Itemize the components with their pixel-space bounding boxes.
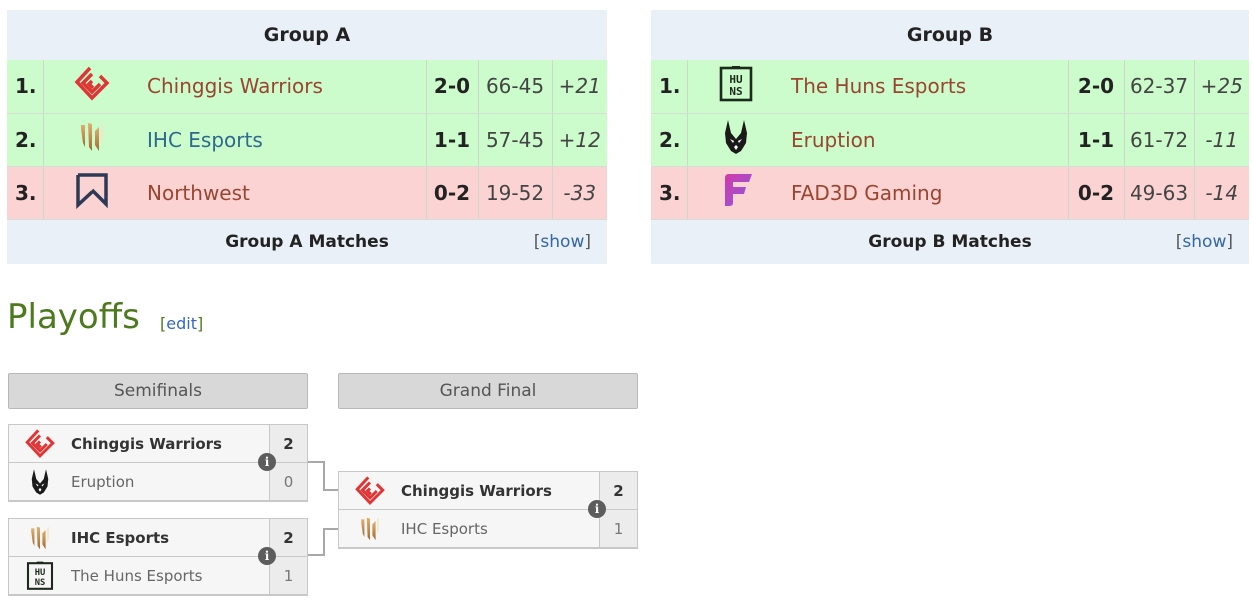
group-b-table: Group B 1. The Huns Esports 2-0 62-37 +2… xyxy=(651,10,1249,264)
bracket-connector xyxy=(323,489,338,491)
standings-row: 2. IHC Esports 1-1 57-45 +12 xyxy=(7,113,607,167)
round-diff: +25 xyxy=(1194,60,1249,114)
show-label[interactable]: show xyxy=(1182,232,1226,252)
edit-label[interactable]: edit xyxy=(166,314,197,333)
rank: 3. xyxy=(651,166,688,220)
match-semifinal-1: Chinggis Warriors 2 Eruption 0 i xyxy=(8,424,308,502)
rank: 1. xyxy=(7,60,44,114)
rank: 1. xyxy=(651,60,688,114)
game-record: 61-72 xyxy=(1124,113,1195,167)
eruption-logo-icon xyxy=(25,467,55,497)
northwest-logo-icon xyxy=(72,170,112,210)
opponent-name[interactable]: The Huns Esports xyxy=(71,567,269,585)
round-diff: +21 xyxy=(552,60,607,114)
show-matches-toggle[interactable]: [show] xyxy=(534,220,591,264)
series-record: 1-1 xyxy=(426,113,479,167)
opponent-name[interactable]: Chinggis Warriors xyxy=(71,435,269,453)
team-link[interactable]: Chinggis Warriors xyxy=(147,74,323,98)
group-matches-label: Group B Matches xyxy=(868,231,1032,252)
opponent-name[interactable]: Chinggis Warriors xyxy=(401,482,599,500)
the-huns-esports-logo-icon xyxy=(716,64,756,104)
team-link[interactable]: The Huns Esports xyxy=(791,74,966,98)
rank: 3. xyxy=(7,166,44,220)
round-diff: -14 xyxy=(1194,166,1249,220)
game-record: 57-45 xyxy=(478,113,553,167)
group-a-table: Group A 1. Chinggis Warriors 2-0 66-45 +… xyxy=(7,10,607,264)
series-record: 2-0 xyxy=(426,60,479,114)
group-title: Group B xyxy=(651,10,1249,60)
game-record: 66-45 xyxy=(478,60,553,114)
opponent-name[interactable]: Eruption xyxy=(71,473,269,491)
match-info-icon[interactable]: i xyxy=(258,453,276,471)
team-link[interactable]: Northwest xyxy=(147,181,250,205)
standings-row: 1. Chinggis Warriors 2-0 66-45 +21 xyxy=(7,60,607,114)
team-link[interactable]: IHC Esports xyxy=(147,128,263,152)
bracket-connector xyxy=(323,528,338,530)
rank: 2. xyxy=(651,113,688,167)
opponent-score: 1 xyxy=(269,557,307,594)
edit-section-link[interactable]: [edit] xyxy=(160,314,203,333)
chinggis-warriors-logo-icon xyxy=(23,427,57,461)
standings-row: 2. Eruption 1-1 61-72 -11 xyxy=(651,113,1249,167)
round-header-grand-final: Grand Final xyxy=(338,373,638,409)
round-header-semifinals: Semifinals xyxy=(8,373,308,409)
series-record: 2-0 xyxy=(1068,60,1125,114)
group-matches-footer: Group A Matches [show] xyxy=(7,219,607,264)
series-record: 0-2 xyxy=(1068,166,1125,220)
match-info-icon[interactable]: i xyxy=(588,500,606,518)
round-diff: -11 xyxy=(1194,113,1249,167)
game-record: 19-52 xyxy=(478,166,553,220)
group-title: Group A xyxy=(7,10,607,60)
rank: 2. xyxy=(7,113,44,167)
match-semifinal-2: IHC Esports 2 The Huns Esports 1 i xyxy=(8,518,308,596)
chinggis-warriors-logo-icon xyxy=(353,474,387,508)
show-label[interactable]: show xyxy=(540,232,584,252)
opponent-score: 0 xyxy=(269,463,307,500)
round-diff: -33 xyxy=(552,166,607,220)
ihc-esports-logo-icon xyxy=(72,117,112,157)
the-huns-esports-logo-icon xyxy=(24,560,56,592)
team-link[interactable]: FAD3D Gaming xyxy=(791,181,942,205)
series-record: 0-2 xyxy=(426,166,479,220)
game-record: 49-63 xyxy=(1124,166,1195,220)
opponent-name[interactable]: IHC Esports xyxy=(71,529,269,547)
match-info-icon[interactable]: i xyxy=(258,547,276,565)
bracket-connector xyxy=(308,528,325,556)
show-matches-toggle[interactable]: [show] xyxy=(1176,220,1233,264)
ihc-esports-logo-icon xyxy=(24,522,56,554)
group-matches-footer: Group B Matches [show] xyxy=(651,219,1249,264)
team-link[interactable]: Eruption xyxy=(791,128,876,152)
bracket-connector xyxy=(308,461,325,491)
playoffs-heading: Playoffs xyxy=(7,297,140,337)
ihc-esports-logo-icon xyxy=(354,513,386,545)
standings-row: 3. Northwest 0-2 19-52 -33 xyxy=(7,166,607,220)
series-record: 1-1 xyxy=(1068,113,1125,167)
standings-row: 3. FAD3D Gaming 0-2 49-63 -14 xyxy=(651,166,1249,220)
match-grand-final: Chinggis Warriors 2 IHC Esports 1 i xyxy=(338,471,638,549)
opponent-name[interactable]: IHC Esports xyxy=(401,520,599,538)
group-matches-label: Group A Matches xyxy=(225,231,389,252)
standings-row: 1. The Huns Esports 2-0 62-37 +25 xyxy=(651,60,1249,114)
chinggis-warriors-logo-icon xyxy=(72,64,112,104)
round-diff: +12 xyxy=(552,113,607,167)
opponent-score: 1 xyxy=(599,510,637,547)
eruption-logo-icon xyxy=(716,117,756,157)
game-record: 62-37 xyxy=(1124,60,1195,114)
fad3d-gaming-logo-icon xyxy=(716,170,756,210)
